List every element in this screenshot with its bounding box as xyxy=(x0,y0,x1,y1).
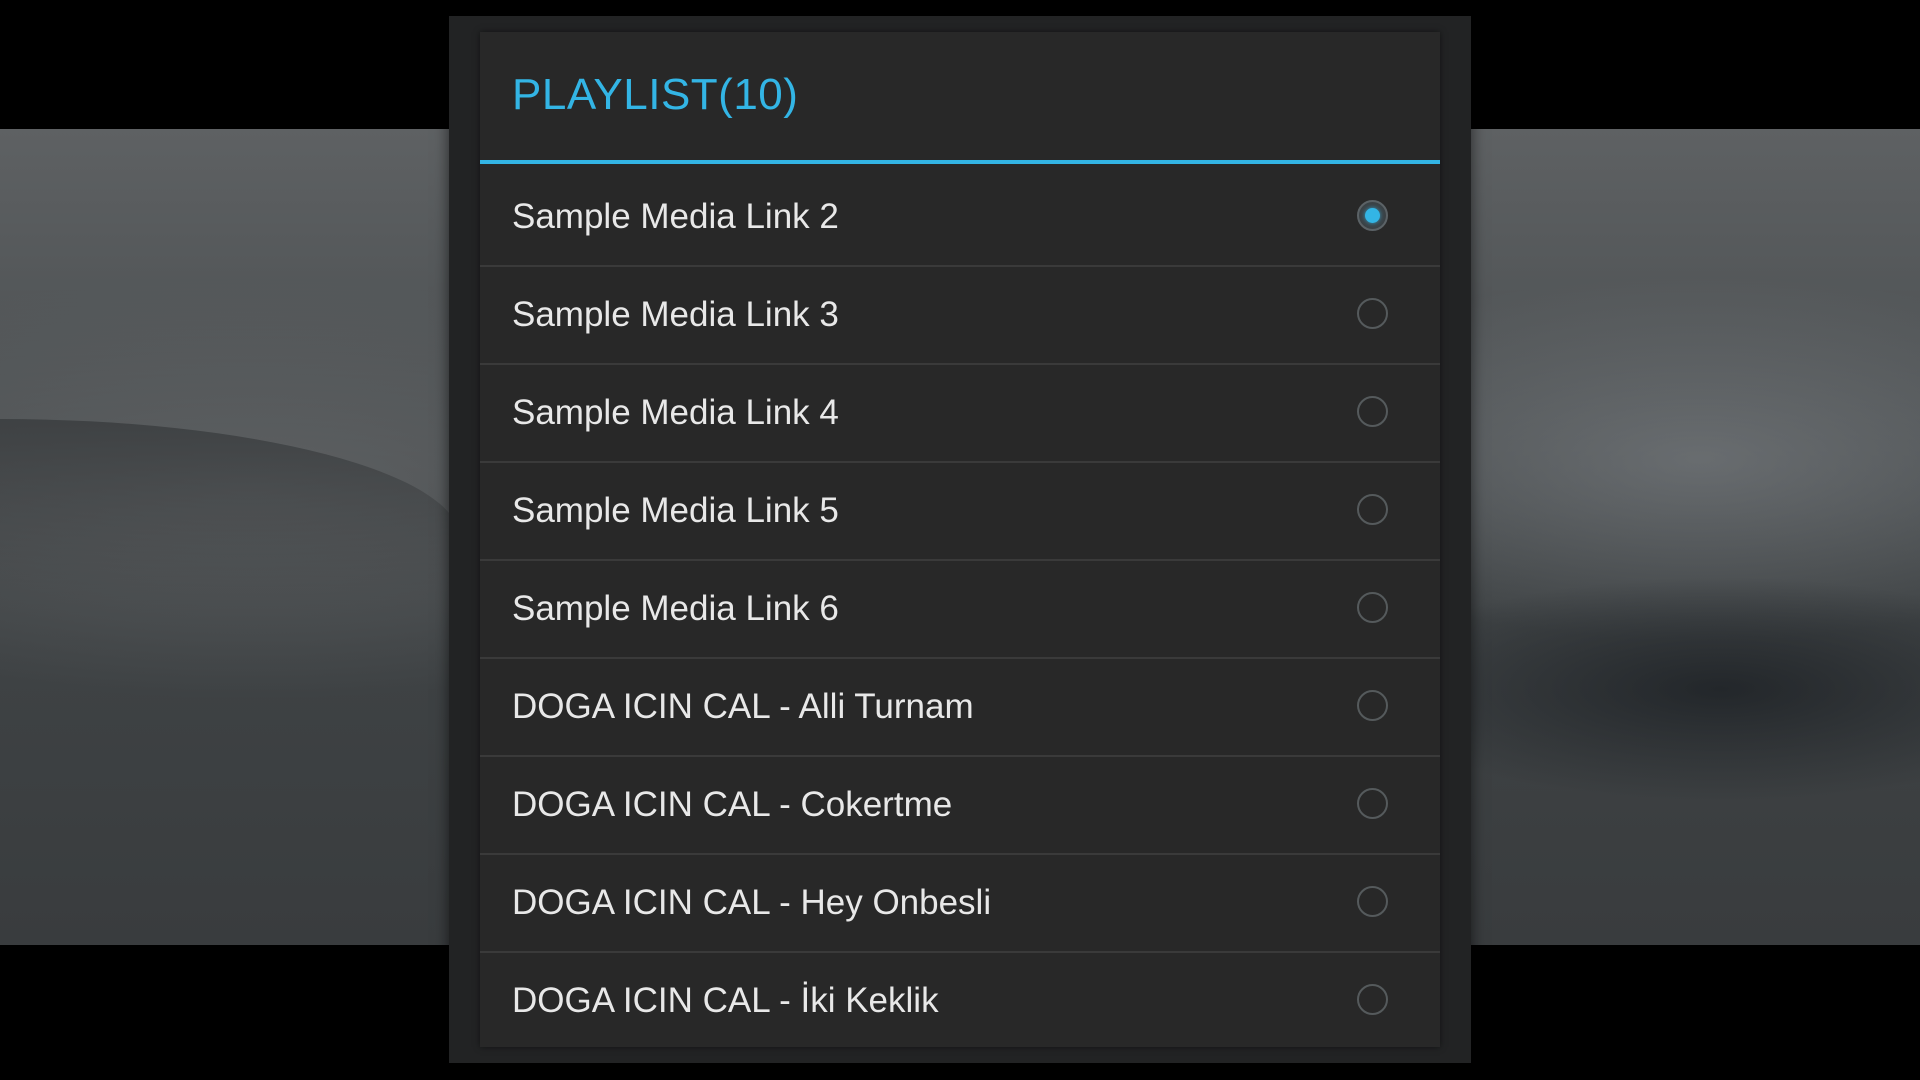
playlist-item-label: DOGA ICIN CAL - Cokertme xyxy=(512,785,953,824)
playlist-item[interactable]: Sample Media Link 2 xyxy=(480,169,1440,267)
playlist-item[interactable]: DOGA ICIN CAL - Alli Turnam xyxy=(480,659,1440,757)
playlist-item[interactable]: DOGA ICIN CAL - Hey Onbesli xyxy=(480,855,1440,953)
dialog-title: PLAYLIST(10) xyxy=(512,70,799,119)
playlist-item[interactable]: DOGA ICIN CAL - Cokertme xyxy=(480,757,1440,855)
radio-button-checked[interactable] xyxy=(1357,200,1388,231)
playlist-item[interactable]: DOGA ICIN CAL - İki Keklik xyxy=(480,953,1440,1049)
radio-button[interactable] xyxy=(1357,494,1388,525)
playlist-item-label: DOGA ICIN CAL - Hey Onbesli xyxy=(512,883,992,922)
playlist-item-label: DOGA ICIN CAL - İki Keklik xyxy=(512,981,939,1020)
video-scenery xyxy=(0,419,460,619)
playlist-list: Sample Media Link 2 Sample Media Link 3 … xyxy=(480,169,1440,1049)
radio-button[interactable] xyxy=(1357,984,1388,1015)
playlist-item[interactable]: Sample Media Link 4 xyxy=(480,365,1440,463)
radio-button[interactable] xyxy=(1357,690,1388,721)
playlist-item[interactable]: Sample Media Link 5 xyxy=(480,463,1440,561)
radio-button[interactable] xyxy=(1357,886,1388,917)
playlist-item[interactable]: Sample Media Link 3 xyxy=(480,267,1440,365)
playlist-item-label: Sample Media Link 6 xyxy=(512,589,839,628)
playlist-item[interactable]: Sample Media Link 6 xyxy=(480,561,1440,659)
radio-button[interactable] xyxy=(1357,396,1388,427)
playlist-item-label: Sample Media Link 3 xyxy=(512,295,839,334)
radio-button[interactable] xyxy=(1357,592,1388,623)
playlist-item-label: Sample Media Link 4 xyxy=(512,393,839,432)
playlist-item-label: Sample Media Link 2 xyxy=(512,197,839,236)
dialog-header: PLAYLIST(10) xyxy=(480,32,1440,164)
playlist-dialog: PLAYLIST(10) Sample Media Link 2 Sample … xyxy=(480,32,1440,1047)
radio-button[interactable] xyxy=(1357,298,1388,329)
playlist-item-label: DOGA ICIN CAL - Alli Turnam xyxy=(512,687,974,726)
radio-button[interactable] xyxy=(1357,788,1388,819)
playlist-item-label: Sample Media Link 5 xyxy=(512,491,839,530)
